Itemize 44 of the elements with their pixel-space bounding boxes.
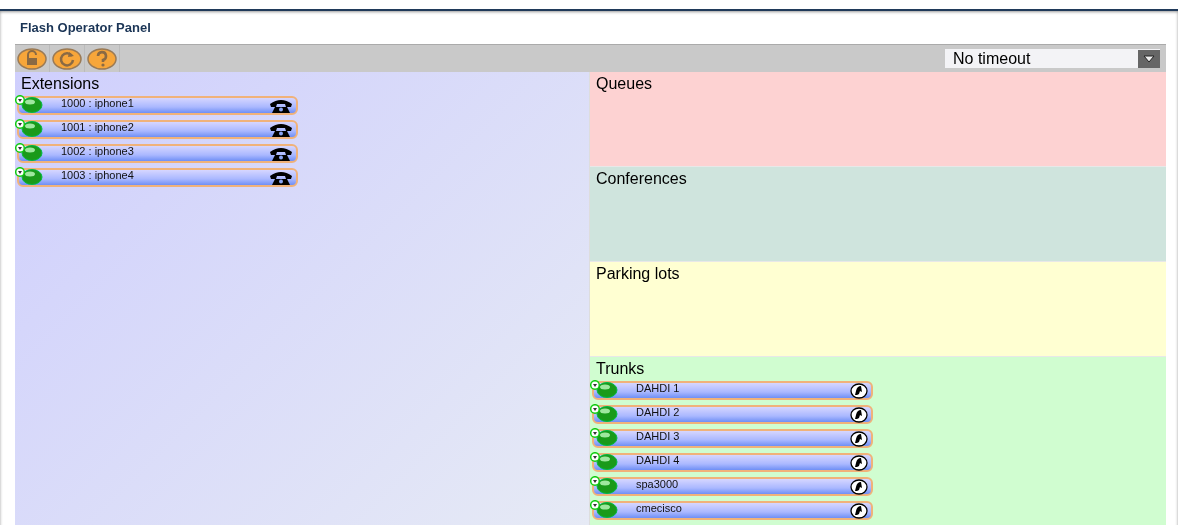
phone-handset-icon — [850, 478, 868, 495]
section-title: Conferences — [596, 170, 688, 188]
status-led-icon — [15, 119, 43, 137]
help-button[interactable] — [85, 45, 120, 72]
device-button[interactable]: 1001 : iphone2 — [17, 120, 298, 139]
phone-handset-icon — [850, 406, 868, 423]
status-led-icon — [590, 404, 618, 422]
status-led-icon — [590, 476, 618, 494]
status-led-icon — [15, 143, 43, 161]
status-led-icon — [590, 500, 618, 518]
telephone-icon — [269, 122, 293, 137]
device-button[interactable]: DAHDI 4 — [592, 453, 873, 472]
device-button[interactable]: spa3000 — [592, 477, 873, 496]
timeout-dropdown[interactable]: No timeout — [945, 49, 1160, 68]
device-button[interactable]: 1002 : iphone3 — [17, 144, 298, 163]
status-led-icon — [590, 428, 618, 446]
status-led-icon — [590, 380, 618, 398]
window-title: Flash Operator Panel — [19, 19, 152, 37]
telephone-icon — [269, 170, 293, 185]
device-button[interactable]: 1003 : iphone4 — [17, 168, 298, 187]
device-button[interactable]: cmecisco — [592, 501, 873, 520]
section-title: Trunks — [596, 360, 646, 378]
status-led-icon — [15, 167, 43, 185]
reload-button[interactable] — [50, 45, 85, 72]
phone-handset-icon — [850, 430, 868, 447]
section-title: Queues — [596, 75, 654, 93]
phone-handset-icon — [850, 454, 868, 471]
device-button[interactable]: DAHDI 3 — [592, 429, 873, 448]
help-icon — [87, 47, 117, 70]
section-title: Parking lots — [596, 265, 681, 283]
device-button[interactable]: 1000 : iphone1 — [17, 96, 298, 115]
dropdown-arrow-icon — [1143, 54, 1155, 63]
section-title: Extensions — [21, 75, 101, 93]
telephone-icon — [269, 146, 293, 161]
lock-icon — [17, 47, 47, 70]
status-led-icon — [590, 452, 618, 470]
phone-handset-icon — [850, 502, 868, 519]
lock-button[interactable] — [15, 45, 50, 72]
status-led-icon — [15, 95, 43, 113]
device-button[interactable]: DAHDI 2 — [592, 405, 873, 424]
phone-handset-icon — [850, 382, 868, 399]
reload-icon — [52, 47, 82, 70]
device-button[interactable]: DAHDI 1 — [592, 381, 873, 400]
telephone-icon — [269, 98, 293, 113]
